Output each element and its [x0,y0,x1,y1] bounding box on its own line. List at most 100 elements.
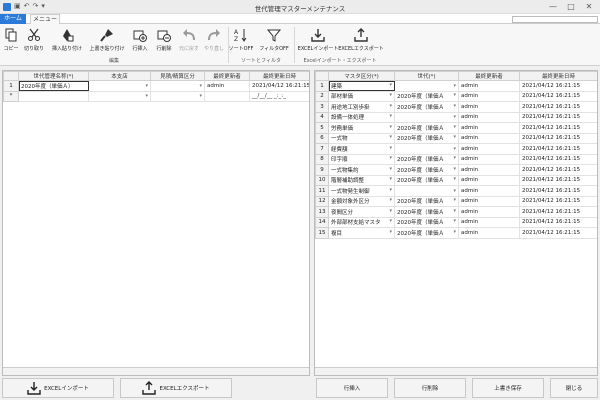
table-row[interactable]: 10 階層補助調整 ▾ 2020年度（単価Ａ ▾ admin 2021/04/12 16:2… [315,174,597,186]
chevron-down-icon[interactable]: ▾ [389,124,392,132]
chevron-down-icon[interactable]: ▾ [453,188,456,194]
cell-date[interactable]: 2021/04/12 16:21:15 [249,80,309,92]
cell-master-kbn[interactable]: 部材単価 ▾ [328,90,395,102]
cell-generation[interactable]: 2020年度（単価Ａ ▾ [394,90,459,102]
col-header-kind[interactable]: 見積/精算区分 [150,71,205,81]
chevron-down-icon[interactable]: ▾ [199,93,202,99]
col-header-master-kbn[interactable]: マスタ区分(*) [328,71,395,81]
chevron-down-icon[interactable]: ▾ [389,229,392,237]
chevron-down-icon[interactable]: ▾ [389,92,392,100]
cell-date[interactable]: 2021/04/12 16:21:15 [519,153,597,165]
cell-generation[interactable]: 2020年度（単価Ａ ▾ [394,216,459,228]
cell-name[interactable] [18,90,89,102]
maximize-button[interactable]: □ [562,1,580,12]
filter-off-button[interactable]: フィルタOFF [258,26,290,56]
cell-date[interactable]: 2021/04/12 16:21:15 [519,80,597,92]
row-insert-bottom-button[interactable]: 行挿入 [316,378,388,398]
insert-paste-button[interactable]: 挿入貼り付け [49,26,85,56]
table-row[interactable]: 3 用途地工別歩掛 ▾ 2020年度（単価Ａ ▾ admin 2021/04/12 16:2… [315,101,597,113]
chevron-down-icon[interactable]: ▾ [453,166,456,174]
tab-home[interactable]: ホーム [0,14,26,24]
col-header-user[interactable]: 最終更新者 [458,71,520,81]
cell-master-kbn[interactable]: 設備一体処理 ▾ [328,111,395,123]
table-row[interactable]: 7 経費額 ▾ ▾ admin 2021/04/12 16:21:15 [315,143,597,155]
row-number[interactable]: * [3,90,19,102]
table-row[interactable]: 1 2020年度（単価Ａ） ▾ ▾ admin 2021/04/12 16:21:15 [3,80,309,92]
cell-user[interactable]: admin [458,111,520,123]
row-number[interactable]: 4 [315,111,329,123]
chevron-down-icon[interactable]: ▾ [453,83,456,89]
row-number[interactable]: 8 [315,153,329,165]
cell-generation[interactable]: ▾ [394,111,459,123]
cell-date[interactable]: 2021/04/12 16:21:15 [519,185,597,197]
cell-master-kbn[interactable]: 一式物 ▾ [328,132,395,144]
col-header-generation[interactable]: 世代(*) [394,71,459,81]
chevron-down-icon[interactable]: ▾ [453,114,456,120]
left-horizontal-scrollbar[interactable] [3,367,309,375]
row-number[interactable]: 13 [315,206,329,218]
chevron-down-icon[interactable]: ▾ [145,93,148,99]
redo-button[interactable]: やり直し [202,26,226,56]
chevron-down-icon[interactable]: ▾ [389,134,392,142]
corner-cell[interactable] [315,71,329,81]
corner-cell[interactable] [3,71,19,81]
cut-button[interactable]: 切り取り [22,26,46,56]
cell-generation[interactable]: 2020年度（単価Ａ ▾ [394,122,459,134]
chevron-down-icon[interactable]: ▾ [389,218,392,226]
table-row[interactable]: 14 外部部材支給マスタ ▾ 2020年度（単価Ａ ▾ admin 2021/04/12 1… [315,216,597,228]
chevron-down-icon[interactable]: ▾ [389,166,392,174]
row-number[interactable]: 10 [315,174,329,186]
row-number[interactable]: 14 [315,216,329,228]
cell-generation[interactable]: 2020年度（単価Ａ ▾ [394,132,459,144]
cell-branch[interactable]: ▾ [88,90,151,102]
row-number[interactable]: 11 [315,185,329,197]
cell-master-kbn[interactable]: 建築 ▾ [328,80,395,92]
chevron-down-icon[interactable]: ▾ [453,146,456,152]
col-header-user[interactable]: 最終更新者 [204,71,250,81]
row-number[interactable]: 1 [3,80,19,92]
ribbon-search-input[interactable] [512,16,598,23]
table-row[interactable]: 15 複目 ▾ 2020年度（単価Ａ ▾ admin 2021/04/12 16:21:15 [315,227,597,239]
table-row[interactable]: 5 労務単価 ▾ 2020年度（単価Ａ ▾ admin 2021/04/12 16:21:1… [315,122,597,134]
cell-user[interactable]: admin [458,195,520,207]
cell-master-kbn[interactable]: 夜間区分 ▾ [328,206,395,218]
cell-user[interactable]: admin [458,227,520,239]
cell-user[interactable]: admin [458,122,520,134]
cell-generation[interactable]: 2020年度（単価Ａ ▾ [394,164,459,176]
chevron-down-icon[interactable]: ▾ [453,134,456,142]
cell-date[interactable]: 2021/04/12 16:21:15 [519,206,597,218]
overwrite-paste-button[interactable]: 上書き貼り付け [88,26,126,56]
cell-date[interactable]: 2021/04/12 16:21:15 [519,195,597,207]
cell-generation[interactable]: ▾ [394,80,459,92]
undo-button[interactable]: 元に戻す [177,26,201,56]
cell-date[interactable]: 2021/04/12 16:21:15 [519,216,597,228]
chevron-down-icon[interactable]: ▾ [389,176,392,184]
right-horizontal-scrollbar[interactable] [315,367,597,375]
cell-master-kbn[interactable]: 印字順 ▾ [328,153,395,165]
cell-generation[interactable]: 2020年度（単価Ａ ▾ [394,153,459,165]
cell-user[interactable]: admin [458,132,520,144]
chevron-down-icon[interactable]: ▾ [389,187,392,195]
master-category-grid[interactable]: マスタ区分(*) 世代(*) 最終更新者 最終更新日時 1 建築 ▾ ▾ admin 20… [314,70,598,376]
excel-import-ribbon-button[interactable]: EXCELインポート [296,26,340,56]
cell-date[interactable]: 2021/04/12 16:21:15 [519,122,597,134]
row-number[interactable]: 1 [315,80,329,92]
cell-name[interactable]: 2020年度（単価Ａ） [18,80,89,92]
cell-master-kbn[interactable]: 階層補助調整 ▾ [328,174,395,186]
row-number[interactable]: 12 [315,195,329,207]
cell-master-kbn[interactable]: 一式物発生制御 ▾ [328,185,395,197]
table-row[interactable]: * ▾ ▾ __/__/__ _:_:_ [3,90,309,102]
row-number[interactable]: 6 [315,132,329,144]
table-row[interactable]: 8 印字順 ▾ 2020年度（単価Ａ ▾ admin 2021/04/12 16:21:15 [315,153,597,165]
chevron-down-icon[interactable]: ▾ [199,83,202,89]
row-number[interactable]: 9 [315,164,329,176]
cell-date[interactable]: 2021/04/12 16:21:15 [519,90,597,102]
cell-date[interactable]: 2021/04/12 16:21:15 [519,111,597,123]
chevron-down-icon[interactable]: ▾ [389,113,392,121]
cell-user[interactable]: admin [458,101,520,113]
chevron-down-icon[interactable]: ▾ [145,83,148,89]
table-row[interactable]: 13 夜間区分 ▾ 2020年度（単価Ａ ▾ admin 2021/04/12 16:21:… [315,206,597,218]
cell-user[interactable]: admin [458,80,520,92]
cell-master-kbn[interactable]: 用途地工別歩掛 ▾ [328,101,395,113]
copy-button[interactable]: コピー [2,26,20,56]
